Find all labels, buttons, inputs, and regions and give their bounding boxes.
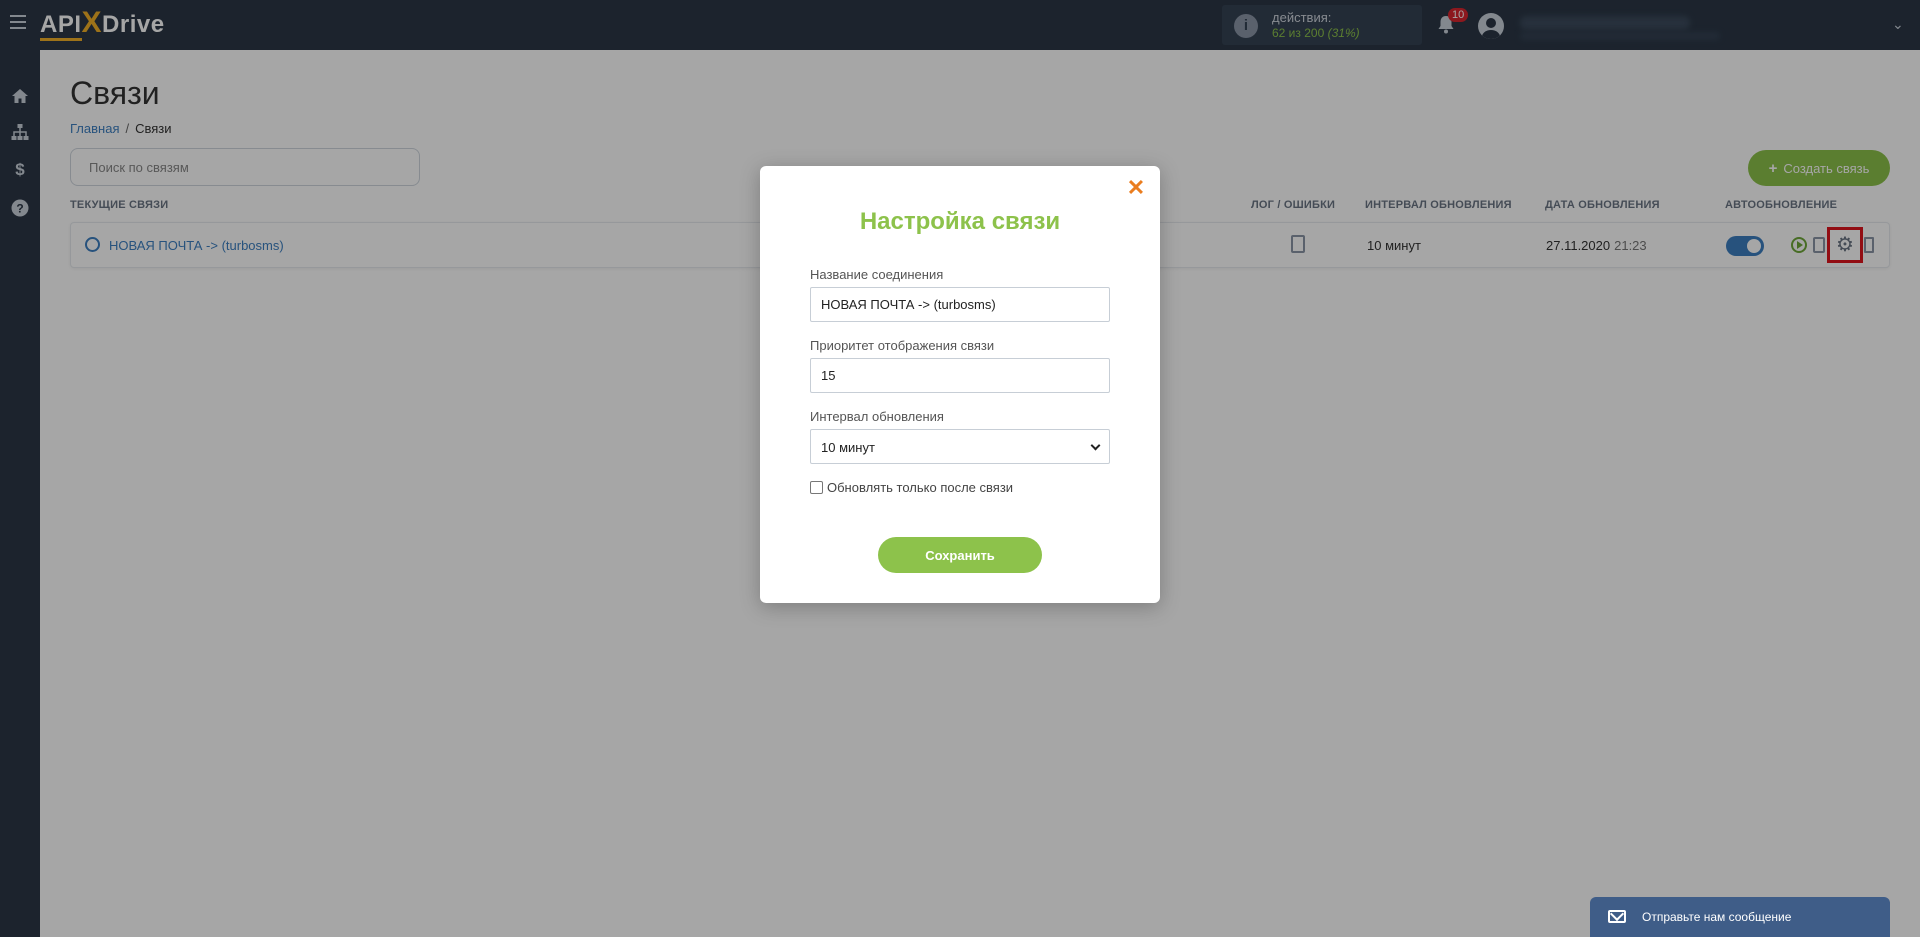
modal-title: Настройка связи — [859, 208, 1061, 235]
priority-input[interactable] — [810, 358, 1110, 393]
chevron-down-icon — [1090, 440, 1101, 451]
interval-select-value: 10 минут — [821, 440, 875, 455]
envelope-icon — [1608, 910, 1626, 923]
update-after-label[interactable]: Обновлять только после связи — [827, 480, 1013, 495]
connection-name-input[interactable] — [810, 287, 1110, 322]
close-icon[interactable]: ✕ — [1126, 177, 1146, 199]
connection-settings-modal: ✕ Настройка связи Название соединения Пр… — [760, 166, 1160, 603]
update-after-checkbox[interactable] — [810, 481, 823, 494]
priority-label: Приоритет отображения связи — [810, 338, 995, 353]
chat-label: Отправьте нам сообщение — [1642, 910, 1792, 924]
connection-name-label: Название соединения — [810, 267, 944, 282]
chat-widget[interactable]: Отправьте нам сообщение — [1590, 897, 1890, 937]
save-button[interactable]: Сохранить — [878, 537, 1042, 573]
interval-label: Интервал обновления — [810, 409, 944, 424]
interval-select[interactable]: 10 минут — [810, 429, 1110, 464]
